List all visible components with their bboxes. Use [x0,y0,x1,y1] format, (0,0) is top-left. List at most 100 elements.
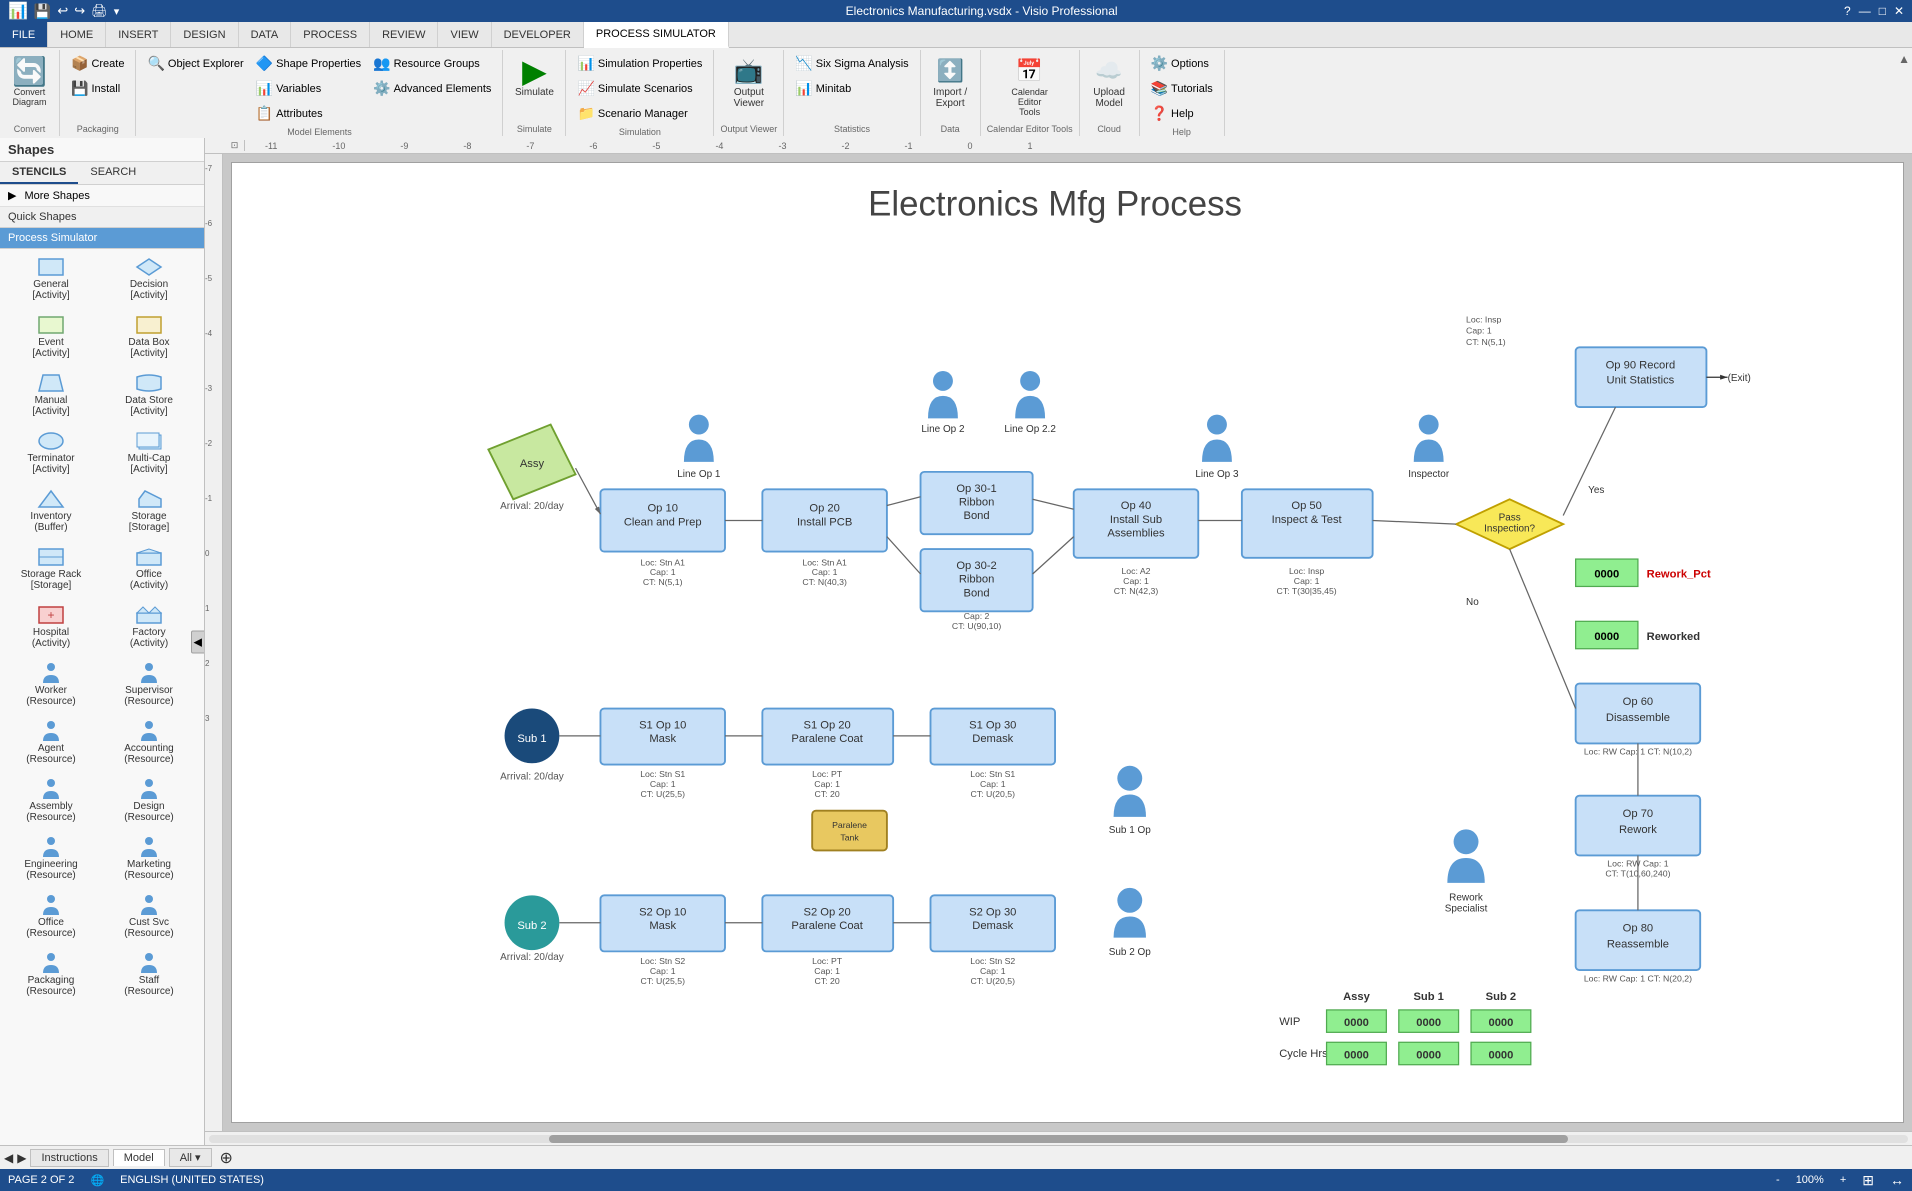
inventory-buffer-shape[interactable]: Inventory(Buffer) [4,483,98,537]
decision-activity-shape[interactable]: Decision[Activity] [102,251,196,305]
sim-scenarios-label: Simulate Scenarios [598,83,693,95]
tutorials-button[interactable]: 📚 Tutorials [1146,77,1218,100]
shape-properties-button[interactable]: 🔷 Shape Properties [251,52,366,75]
tab-home[interactable]: HOME [48,22,106,47]
office-activity-shape[interactable]: Office(Activity) [102,541,196,595]
hospital-shape[interactable]: + Hospital(Activity) [4,599,98,653]
canvas-scroll[interactable]: -7-6-5-4-3-2-10123 Electronics Mfg Proce… [205,154,1912,1131]
storage-shape[interactable]: Storage[Storage] [102,483,196,537]
engineering-resource-shape[interactable]: Engineering(Resource) [4,831,98,885]
output-viewer-button[interactable]: 📺 OutputViewer [728,52,770,112]
create-button[interactable]: 📦 Create [66,52,129,75]
import-export-button[interactable]: ↕️ Import /Export [928,52,972,112]
zoom-in-btn[interactable]: + [1840,1174,1846,1186]
fit-width-btn[interactable]: ↔ [1890,1172,1904,1188]
tab-file[interactable]: FILE [0,22,48,47]
tab-process[interactable]: PROCESS [291,22,370,47]
more-shapes-button[interactable]: ▶ More Shapes [0,185,204,207]
panel-collapse-btn[interactable]: ◀ [191,630,205,653]
terminator-shape[interactable]: Terminator[Activity] [4,425,98,479]
object-explorer-button[interactable]: 🔍 Object Explorer [142,52,248,75]
yes-label: Yes [1588,485,1604,496]
qa-undo[interactable]: ↩ [57,3,68,19]
marketing-resource-shape[interactable]: Marketing(Resource) [102,831,196,885]
help-ribbon-button[interactable]: ❓ Help [1146,102,1199,125]
fit-page-btn[interactable]: ⊞ [1862,1172,1874,1189]
maximize-btn[interactable]: □ [1879,4,1886,18]
convert-diagram-button[interactable]: 🔄 ConvertDiagram [7,52,51,110]
assembly-resource-shape[interactable]: Assembly(Resource) [4,773,98,827]
event-activity-shape[interactable]: Event[Activity] [4,309,98,363]
install-button[interactable]: 💾 Install [66,77,125,100]
packaging-resource-shape[interactable]: Packaging(Resource) [4,947,98,1001]
ribbon-collapse-btn[interactable]: ▲ [1898,52,1910,66]
worker-resource-shape[interactable]: Worker(Resource) [4,657,98,711]
scrollbar-thumb[interactable] [549,1135,1568,1143]
scenario-manager-button[interactable]: 📁 Scenario Manager [572,102,692,125]
resource-groups-button[interactable]: 👥 Resource Groups [368,52,496,75]
simulate-scenarios-button[interactable]: 📈 Simulate Scenarios [572,77,697,100]
general-activity-shape[interactable]: General[Activity] [4,251,98,305]
page-tab-model[interactable]: Model [113,1149,165,1166]
page-status: PAGE 2 OF 2 [8,1174,74,1186]
data-store-activity-shape[interactable]: Data Store[Activity] [102,367,196,421]
qa-save[interactable]: 💾 [34,3,51,20]
options-button[interactable]: ⚙️ Options [1146,52,1214,75]
qa-redo[interactable]: ↪ [74,3,85,19]
staff-resource-shape[interactable]: Staff(Resource) [102,947,196,1001]
six-sigma-button[interactable]: 📉 Six Sigma Analysis [790,52,913,75]
storage-rack-shape[interactable]: Storage Rack[Storage] [4,541,98,595]
op50-ct: CT: T(30|35,45) [1277,586,1337,596]
search-tab[interactable]: SEARCH [78,162,148,184]
simulation-properties-button[interactable]: 📊 Simulation Properties [572,52,707,75]
scroll-right-btn[interactable]: ▶ [17,1151,26,1165]
office-resource-shape[interactable]: Office(Resource) [4,889,98,943]
zoom-out-btn[interactable]: - [1776,1174,1780,1186]
output-viewer-group-label: Output Viewer [720,124,777,134]
page-tab-all[interactable]: All ▾ [169,1148,212,1167]
tab-design[interactable]: DESIGN [171,22,238,47]
attributes-button[interactable]: 📋 Attributes [251,102,366,125]
page-tab-instructions[interactable]: Instructions [30,1149,108,1167]
advanced-elements-button[interactable]: ⚙️ Advanced Elements [368,77,496,100]
supervisor-resource-shape[interactable]: Supervisor(Resource) [102,657,196,711]
help-btn[interactable]: ? [1844,4,1851,18]
calendar-editor-button[interactable]: 📅 CalendarEditorTools [1006,52,1053,120]
add-page-btn[interactable]: ⊕ [220,1148,233,1168]
tab-process-simulator[interactable]: PROCESS SIMULATOR [584,22,729,48]
accounting-resource-shape[interactable]: Accounting(Resource) [102,715,196,769]
scroll-left-btn[interactable]: ◀ [4,1151,13,1165]
upload-model-button[interactable]: ☁️ UploadModel [1088,52,1130,112]
tab-review[interactable]: REVIEW [370,22,438,47]
stencils-tab[interactable]: STENCILS [0,162,78,184]
diagram-canvas[interactable]: Electronics Mfg Process Assy Arrival: 20… [231,162,1904,1123]
paralene-tank-line2: Tank [840,833,859,843]
s1op10-loc: Loc: Stn S1 [640,769,685,779]
tab-view[interactable]: VIEW [438,22,491,47]
horizontal-scrollbar[interactable] [205,1131,1912,1145]
factory-shape[interactable]: Factory(Activity) [102,599,196,653]
minitab-button[interactable]: 📊 Minitab [790,77,856,100]
simulate-button[interactable]: ▶ Simulate [509,52,559,101]
op50-loc: Loc: Insp [1289,566,1324,576]
design-resource-shape[interactable]: Design(Resource) [102,773,196,827]
tab-developer[interactable]: DEVELOPER [492,22,584,47]
variables-button[interactable]: 📊 Variables [251,77,366,100]
process-simulator-section[interactable]: Process Simulator [0,228,204,249]
tab-data[interactable]: DATA [239,22,292,47]
scrollbar-track[interactable] [209,1135,1908,1143]
minimize-btn[interactable]: — [1859,4,1871,18]
close-btn[interactable]: ✕ [1894,4,1904,18]
diagram-container[interactable]: Electronics Mfg Process Assy Arrival: 20… [223,154,1912,1131]
cust-svc-resource-shape[interactable]: Cust Svc(Resource) [102,889,196,943]
calendar-editor-icon: 📅 [1014,55,1046,87]
line-op1-person-body [684,439,714,461]
multi-cap-shape[interactable]: Multi-Cap[Activity] [102,425,196,479]
manual-activity-shape[interactable]: Manual[Activity] [4,367,98,421]
op50-line1: Op 50 [1291,500,1321,512]
data-box-activity-shape[interactable]: Data Box[Activity] [102,309,196,363]
qa-print[interactable]: 🖨 [91,3,108,19]
agent-resource-shape[interactable]: Agent(Resource) [4,715,98,769]
tab-insert[interactable]: INSERT [106,22,171,47]
assy-arrival: Arrival: 20/day [500,501,564,512]
